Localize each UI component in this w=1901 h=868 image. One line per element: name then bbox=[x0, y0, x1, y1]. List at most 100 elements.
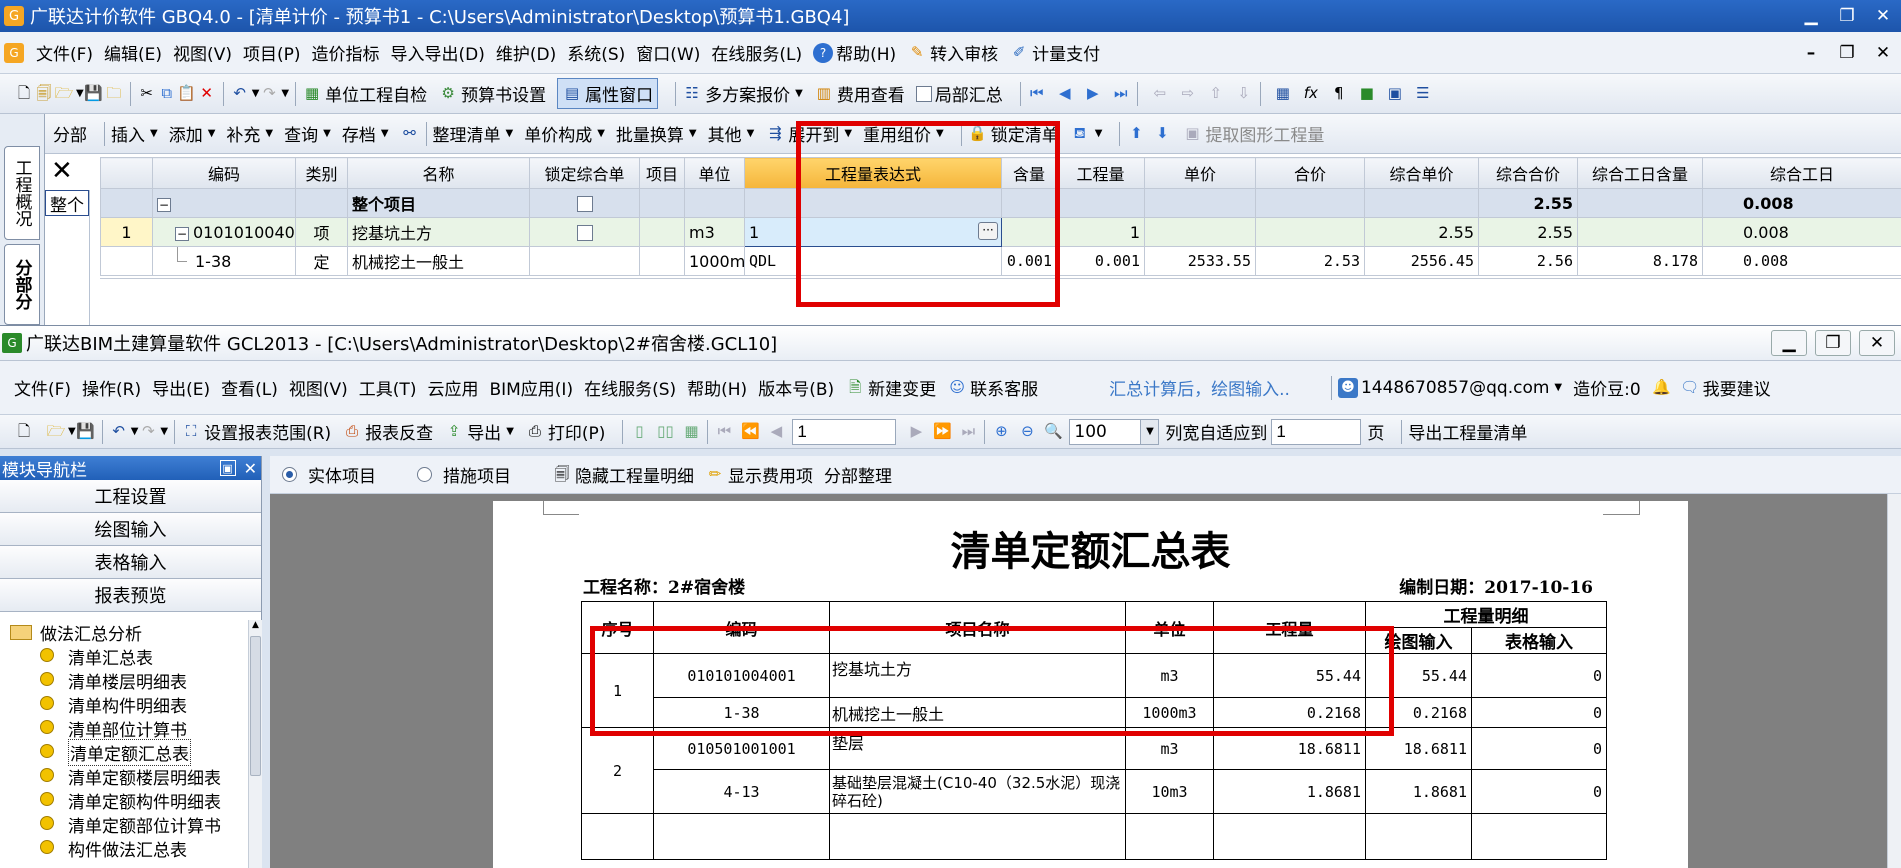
tree-root-item[interactable]: 整个 bbox=[45, 190, 89, 216]
gbq-doc-restore-button[interactable]: ❐ bbox=[1829, 40, 1865, 66]
gbq-menu-help[interactable]: ? 帮助(H) bbox=[813, 40, 896, 65]
paste-icon[interactable]: 📋 bbox=[177, 84, 197, 104]
table-row[interactable]: 1 −010101004001 项 挖基坑土方 m3 1··· 1 2.55 2… bbox=[100, 217, 1901, 247]
first-page-icon[interactable]: ⏮ bbox=[714, 422, 734, 442]
gbq-menu-transfer-audit[interactable]: ✎ 转入审核 bbox=[907, 40, 998, 66]
gcl-menu-export[interactable]: 导出(E) bbox=[152, 375, 210, 400]
undo-icon[interactable]: ↶ bbox=[230, 84, 250, 104]
redo-icon[interactable]: ↷ bbox=[259, 84, 279, 104]
prev-fast-icon[interactable]: ⏪ bbox=[740, 422, 760, 442]
lock-list-button[interactable]: 🔒 锁定清单 bbox=[968, 121, 1058, 147]
unit-check-button[interactable]: ▦ 单位工程自检 bbox=[302, 81, 427, 107]
tree-item[interactable]: 清单定额构件明细表 bbox=[0, 788, 248, 813]
gcl-menu-operate[interactable]: 操作(R) bbox=[82, 375, 141, 400]
add-button[interactable]: 添加 ▼ bbox=[169, 121, 216, 146]
more-button[interactable]: ··· bbox=[978, 222, 998, 240]
lock-checkbox[interactable] bbox=[576, 225, 593, 241]
cube-icon[interactable]: ■ bbox=[1357, 84, 1377, 104]
supplement-button[interactable]: 补充 ▼ bbox=[226, 121, 273, 146]
formula-icon[interactable]: fx bbox=[1301, 84, 1321, 104]
tree-item[interactable]: 清单构件明细表 bbox=[0, 692, 248, 717]
gbq-restore-button[interactable]: ❐ bbox=[1829, 3, 1865, 29]
insert-button[interactable]: 插入 ▼ bbox=[111, 121, 158, 146]
tree-item[interactable]: 清单定额楼层明细表 bbox=[0, 764, 248, 789]
last-icon[interactable]: ⏭ bbox=[1111, 84, 1131, 104]
expand-to-button[interactable]: ⇶ 展开到 ▼ bbox=[765, 121, 852, 147]
col-type[interactable]: 类别 bbox=[295, 157, 348, 189]
folder-icon[interactable]: 🗀 bbox=[104, 84, 124, 104]
paint-bucket-button[interactable]: ⛾ ▼ bbox=[1070, 124, 1103, 144]
section-organize-button[interactable]: 分部整理 bbox=[824, 462, 892, 487]
price-compose-button[interactable]: 单价构成 ▼ bbox=[524, 121, 605, 146]
pin-icon[interactable]: ▣ bbox=[219, 460, 236, 476]
gbq-menu-window[interactable]: 窗口(W) bbox=[636, 40, 700, 65]
gbq-menu-view[interactable]: 视图(V) bbox=[173, 40, 232, 65]
page-number-input[interactable] bbox=[792, 418, 897, 445]
col-labor[interactable]: 综合工日 bbox=[1702, 157, 1901, 189]
zoom-in-icon[interactable]: ⊕ bbox=[991, 422, 1011, 442]
paragraph-icon[interactable]: ¶ bbox=[1329, 84, 1349, 104]
export-list-button[interactable]: 导出工程量清单 bbox=[1408, 419, 1527, 444]
page-single-icon[interactable]: ▯ bbox=[629, 422, 649, 442]
col-unit-total[interactable]: 综合单价 bbox=[1364, 157, 1479, 189]
col-item[interactable]: 项目 bbox=[639, 157, 685, 189]
lock-checkbox[interactable] bbox=[576, 196, 593, 212]
hide-detail-button[interactable]: 🗐 隐藏工程量明细 bbox=[552, 462, 695, 488]
arrow-down-icon[interactable]: ⬇ bbox=[1152, 124, 1172, 144]
gcl-menu-tools[interactable]: 工具(T) bbox=[359, 375, 417, 400]
gbq-menu-file[interactable]: 文件(F) bbox=[36, 40, 93, 65]
fit-pages-input[interactable] bbox=[1271, 418, 1362, 445]
new-template-icon[interactable]: 🗐 bbox=[34, 84, 54, 104]
next-icon[interactable]: ▶ bbox=[1083, 84, 1103, 104]
col-price[interactable]: 单价 bbox=[1144, 157, 1256, 189]
measure-radio[interactable]: 措施项目 bbox=[417, 462, 511, 487]
canvas-scrollbar[interactable] bbox=[1887, 494, 1901, 868]
gcl-restore-button[interactable]: ❐ bbox=[1815, 330, 1851, 356]
delete-icon[interactable]: ✕ bbox=[197, 84, 217, 104]
tree-item[interactable]: 清单部位计算书 bbox=[0, 716, 248, 741]
page-grid-icon[interactable]: ▦ bbox=[681, 422, 701, 442]
gbq-menu-project[interactable]: 项目(P) bbox=[243, 40, 301, 65]
gcl-notice[interactable]: 汇总计算后，绘图输入.. bbox=[1109, 375, 1290, 400]
fee-view-button[interactable]: ▥ 费用查看 bbox=[814, 81, 905, 107]
table-row[interactable]: − 整个项目 2.55 0.008 bbox=[100, 188, 1901, 218]
col-total[interactable]: 综合合价 bbox=[1478, 157, 1578, 189]
gcl-menu-version[interactable]: 版本号(B) bbox=[758, 375, 834, 400]
col-code[interactable]: 编码 bbox=[152, 157, 296, 189]
gcl-menu-file[interactable]: 文件(F) bbox=[14, 375, 71, 400]
budget-setting-button[interactable]: ⚙ 预算书设置 bbox=[438, 81, 546, 107]
col-content[interactable]: 含量 bbox=[1001, 157, 1057, 189]
tree-close-icon[interactable]: ✕ bbox=[51, 156, 73, 186]
last-page-icon[interactable]: ⏭ bbox=[958, 422, 978, 442]
nav-draw-input[interactable]: 绘图输入 bbox=[0, 513, 261, 546]
expression-cell[interactable]: 1 ··· bbox=[744, 217, 1002, 247]
first-icon[interactable]: ⏮ bbox=[1027, 84, 1047, 104]
new-file-icon[interactable]: 🗋 bbox=[14, 84, 34, 104]
other-button[interactable]: 其他 ▼ bbox=[708, 121, 755, 146]
partial-summary-checkbox[interactable]: 局部汇总 bbox=[915, 81, 1003, 106]
col-unit[interactable]: 单位 bbox=[684, 157, 745, 189]
expression-cell[interactable]: QDL bbox=[744, 246, 1002, 276]
print-button[interactable]: ⎙ 打印(P) bbox=[525, 419, 606, 445]
col-labor-content[interactable]: 综合工日含量 bbox=[1577, 157, 1703, 189]
calculator-icon[interactable]: ▦ bbox=[1273, 84, 1293, 104]
move-down-icon[interactable]: ⇩ bbox=[1234, 84, 1254, 104]
copy-icon[interactable]: ⧉ bbox=[157, 84, 177, 104]
gbq-minimize-button[interactable]: ▁ bbox=[1793, 3, 1829, 29]
col-quantity[interactable]: 工程量 bbox=[1056, 157, 1145, 189]
col-expression[interactable]: 工程量表达式 bbox=[744, 157, 1002, 189]
close-icon[interactable]: ✕ bbox=[244, 459, 257, 478]
export-button[interactable]: ⇪ 导出 ▼ bbox=[444, 419, 514, 445]
magnifier-icon[interactable]: 🔍 bbox=[1043, 422, 1063, 442]
gcl-close-button[interactable]: ✕ bbox=[1859, 330, 1895, 356]
arrow-up-icon[interactable]: ⬆ bbox=[1126, 124, 1146, 144]
multi-quote-button[interactable]: ☷ 多方案报价 ▼ bbox=[682, 81, 802, 107]
prev-icon[interactable]: ◀ bbox=[1055, 84, 1075, 104]
tab-section[interactable]: 分部分 bbox=[4, 244, 40, 325]
section-button[interactable]: 分部 bbox=[53, 121, 87, 146]
gcl-account[interactable]: ☻ 1448670857@qq.com ▼ bbox=[1337, 377, 1562, 398]
next-fast-icon[interactable]: ⏩ bbox=[932, 422, 952, 442]
gbq-menu-cost-index[interactable]: 造价指标 bbox=[312, 40, 380, 65]
bell-icon[interactable]: 🔔 bbox=[1652, 378, 1672, 398]
property-window-button[interactable]: ▤ 属性窗口 bbox=[557, 78, 659, 109]
